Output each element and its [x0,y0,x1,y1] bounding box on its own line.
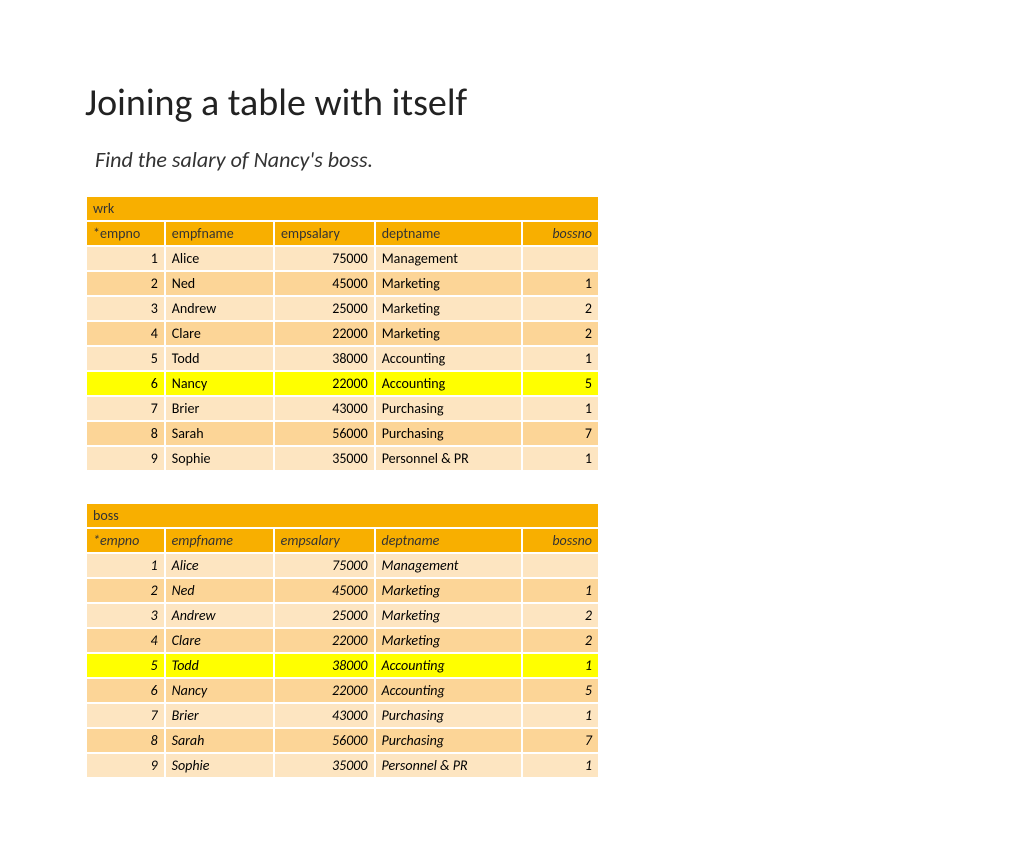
table-name: wrk [86,196,599,221]
table-row: 3Andrew25000Marketing2 [86,603,599,628]
table-row: 6Nancy22000Accounting5 [86,371,599,396]
column-header-bossno: bossno [522,221,599,246]
column-header-empno: *empno [86,528,165,553]
column-header-empsalary: empsalary [274,221,375,246]
table-row: 9Sophie35000Personnel & PR1 [86,446,599,471]
column-header-empno: *empno [86,221,165,246]
table-row: 5Todd38000Accounting1 [86,346,599,371]
column-header-deptname: deptname [375,221,522,246]
table-row: 9Sophie35000Personnel & PR1 [86,753,599,778]
column-header-empsalary: empsalary [274,528,375,553]
table-row: 1Alice75000Management [86,553,599,578]
table-row: 6Nancy22000Accounting5 [86,678,599,703]
table-row: 2Ned45000Marketing1 [86,578,599,603]
table-row: 7Brier43000Purchasing1 [86,703,599,728]
table-row: 3Andrew25000Marketing2 [86,296,599,321]
table-row: 8Sarah56000Purchasing7 [86,421,599,446]
table-row: 2Ned45000Marketing1 [86,271,599,296]
column-header-empfname: empfname [165,528,274,553]
column-header-empfname: empfname [165,221,274,246]
table-row: 5Todd38000Accounting1 [86,653,599,678]
page-subtitle: Find the salary of Nancy's boss. [85,146,939,173]
table-name: boss [86,503,599,528]
table-row: 1Alice75000Management [86,246,599,271]
table-row: 4Clare22000Marketing2 [86,321,599,346]
column-header-deptname: deptname [375,528,522,553]
table-row: 8Sarah56000Purchasing7 [86,728,599,753]
column-header-bossno: bossno [522,528,599,553]
table-row: 4Clare22000Marketing2 [86,628,599,653]
table-row: 7Brier43000Purchasing1 [86,396,599,421]
page-title: Joining a table with itself [85,80,939,126]
wrk-table: wrk*empnoempfnameempsalarydeptnamebossno… [85,195,600,472]
boss-table: boss*empnoempfnameempsalarydeptnamebossn… [85,502,600,779]
